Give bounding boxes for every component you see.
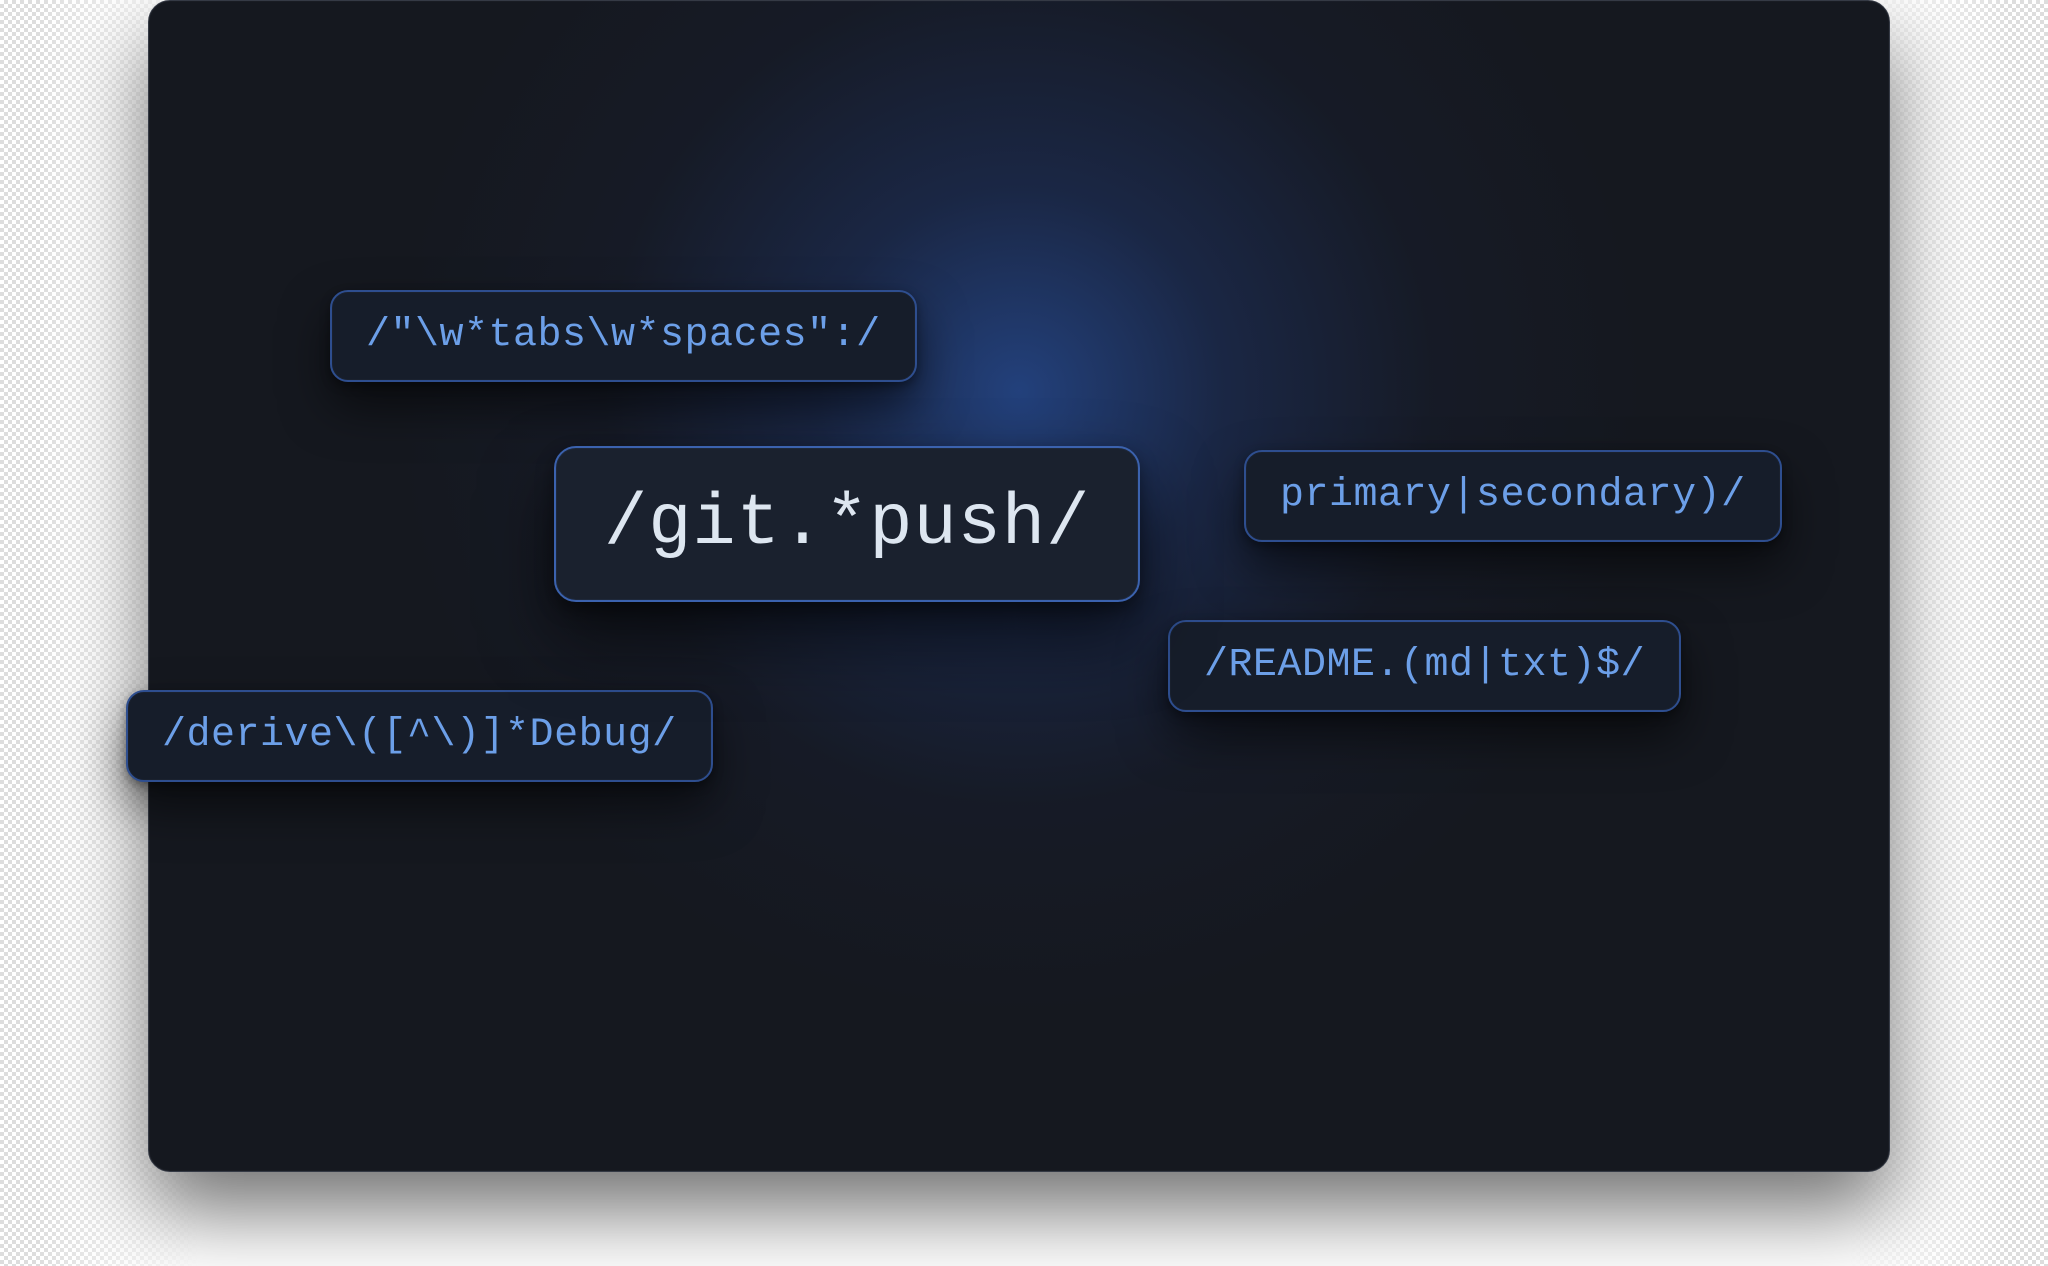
regex-chip-derive-debug: /derive\([^\)]*Debug/ xyxy=(126,690,713,782)
regex-chip-git-push: /git.*push/ xyxy=(554,446,1140,602)
regex-chip-primary-secondary: primary|secondary)/ xyxy=(1244,450,1782,542)
regex-chip-tabs-spaces: /"\w*tabs\w*spaces":/ xyxy=(330,290,917,382)
stage: /"\w*tabs\w*spaces":/ primary|secondary)… xyxy=(0,0,2048,1266)
regex-chip-readme: /README.(md|txt)$/ xyxy=(1168,620,1681,712)
